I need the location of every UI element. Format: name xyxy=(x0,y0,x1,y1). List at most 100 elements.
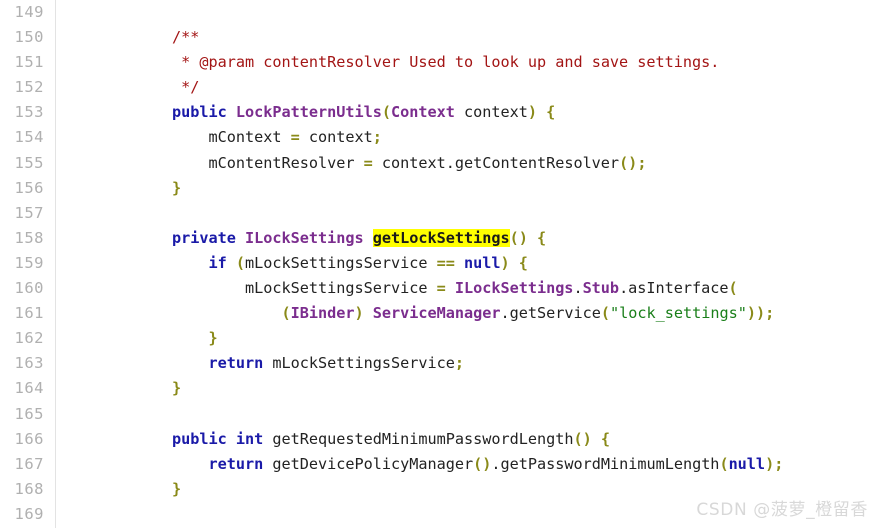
code-token: ( xyxy=(728,279,738,298)
line-number: 154 xyxy=(14,128,44,147)
line-number: 152 xyxy=(14,78,44,97)
code-token: { xyxy=(518,253,528,272)
code-line[interactable]: 157 xyxy=(0,201,882,226)
code-line-text: public LockPatternUtils(Context context)… xyxy=(99,100,555,125)
code-token: null xyxy=(728,454,766,473)
code-token: IBinder xyxy=(290,304,355,323)
code-token: "lock_settings" xyxy=(609,304,747,323)
code-line[interactable]: 159 if (mLockSettingsService == null) { xyxy=(0,251,882,276)
code-token: == xyxy=(436,253,455,272)
code-token: /** xyxy=(172,28,200,47)
code-token: return xyxy=(208,454,264,473)
line-number: 168 xyxy=(14,479,44,498)
code-line-text: mLockSettingsService = ILockSettings.Stu… xyxy=(99,276,738,301)
line-number: 162 xyxy=(14,329,44,348)
code-token: () xyxy=(619,153,638,172)
code-line[interactable]: 163 return mLockSettingsService; xyxy=(0,351,882,376)
line-number: 161 xyxy=(14,304,44,323)
code-line[interactable]: 150 /** xyxy=(0,25,882,50)
code-token: } xyxy=(208,329,218,348)
code-token: ServiceManager xyxy=(372,304,501,323)
code-line[interactable]: 151 * @param contentResolver Used to loo… xyxy=(0,50,882,75)
code-line[interactable]: 161 (IBinder) ServiceManager.getService(… xyxy=(0,301,882,326)
code-viewer[interactable]: 149 150 /** 151 * @param contentResolver U… xyxy=(0,0,882,528)
code-token: ILockSettings xyxy=(245,228,364,247)
code-token: public xyxy=(172,103,227,122)
code-line[interactable]: 162 } xyxy=(0,326,882,351)
code-token: } xyxy=(172,379,182,398)
code-token: mContext xyxy=(99,128,291,147)
code-token: private xyxy=(172,228,236,247)
line-number: 151 xyxy=(14,53,44,72)
code-line[interactable]: 164 } xyxy=(0,376,882,401)
code-line[interactable]: 149 xyxy=(0,0,882,25)
code-line[interactable]: 160 mLockSettingsService = ILockSettings… xyxy=(0,276,882,301)
code-line[interactable]: 152 */ xyxy=(0,75,882,100)
code-line-text: /** xyxy=(99,25,199,50)
code-line[interactable]: 167 return getDevicePolicyManager().getP… xyxy=(0,452,882,477)
code-token: ( xyxy=(281,304,291,323)
code-line[interactable]: 155 mContentResolver = context.getConten… xyxy=(0,151,882,176)
code-line[interactable]: 153 public LockPatternUtils(Context cont… xyxy=(0,100,882,125)
line-number: 150 xyxy=(14,28,44,47)
code-line[interactable]: 154 mContext = context; xyxy=(0,125,882,150)
line-number: 158 xyxy=(14,228,44,247)
code-token: ; xyxy=(454,354,464,373)
code-line-text: return getDevicePolicyManager().getPassw… xyxy=(99,452,783,477)
code-line[interactable]: 156 } xyxy=(0,176,882,201)
line-number: 164 xyxy=(14,379,44,398)
code-line[interactable]: 165 xyxy=(0,402,882,427)
code-token: .asInterface xyxy=(619,279,729,298)
code-line-text: } xyxy=(99,326,218,351)
code-token: { xyxy=(536,228,547,247)
code-line-text: mContentResolver = context.getContentRes… xyxy=(99,151,646,176)
code-token: ) xyxy=(500,253,510,272)
line-number: 167 xyxy=(14,454,44,473)
code-token: LockPatternUtils xyxy=(235,103,382,122)
line-number: 160 xyxy=(14,279,44,298)
code-line[interactable]: 166 public int getRequestedMinimumPasswo… xyxy=(0,427,882,452)
code-token: () xyxy=(573,429,592,448)
code-token: ) xyxy=(765,454,775,473)
code-token: Stub xyxy=(582,279,620,298)
code-line[interactable]: 158 private ILockSettings getLockSetting… xyxy=(0,226,882,251)
code-token: mContentResolver xyxy=(99,153,364,172)
line-number: 159 xyxy=(14,253,44,272)
code-token: public xyxy=(172,429,227,448)
code-token: return xyxy=(208,354,264,373)
code-line-text: private ILockSettings getLockSettings() … xyxy=(99,226,546,251)
code-line-text: } xyxy=(99,477,181,502)
code-token: ; xyxy=(774,454,784,473)
code-token: if xyxy=(208,253,227,272)
code-line-text: } xyxy=(99,376,181,401)
line-number: 149 xyxy=(14,3,44,21)
code-token: */ xyxy=(181,78,200,97)
code-token: * @param contentResolver Used to look up… xyxy=(181,53,720,72)
code-token: mLockSettingsService xyxy=(244,253,437,272)
code-token: () xyxy=(473,454,492,473)
code-token: int xyxy=(235,429,264,448)
line-number: 165 xyxy=(14,404,44,423)
code-token: mLockSettingsService xyxy=(263,354,455,373)
code-line-text: (IBinder) ServiceManager.getService("loc… xyxy=(99,301,774,326)
csdn-watermark: CSDN @菠萝_橙留香 xyxy=(696,500,868,520)
code-token: ( xyxy=(381,103,391,122)
